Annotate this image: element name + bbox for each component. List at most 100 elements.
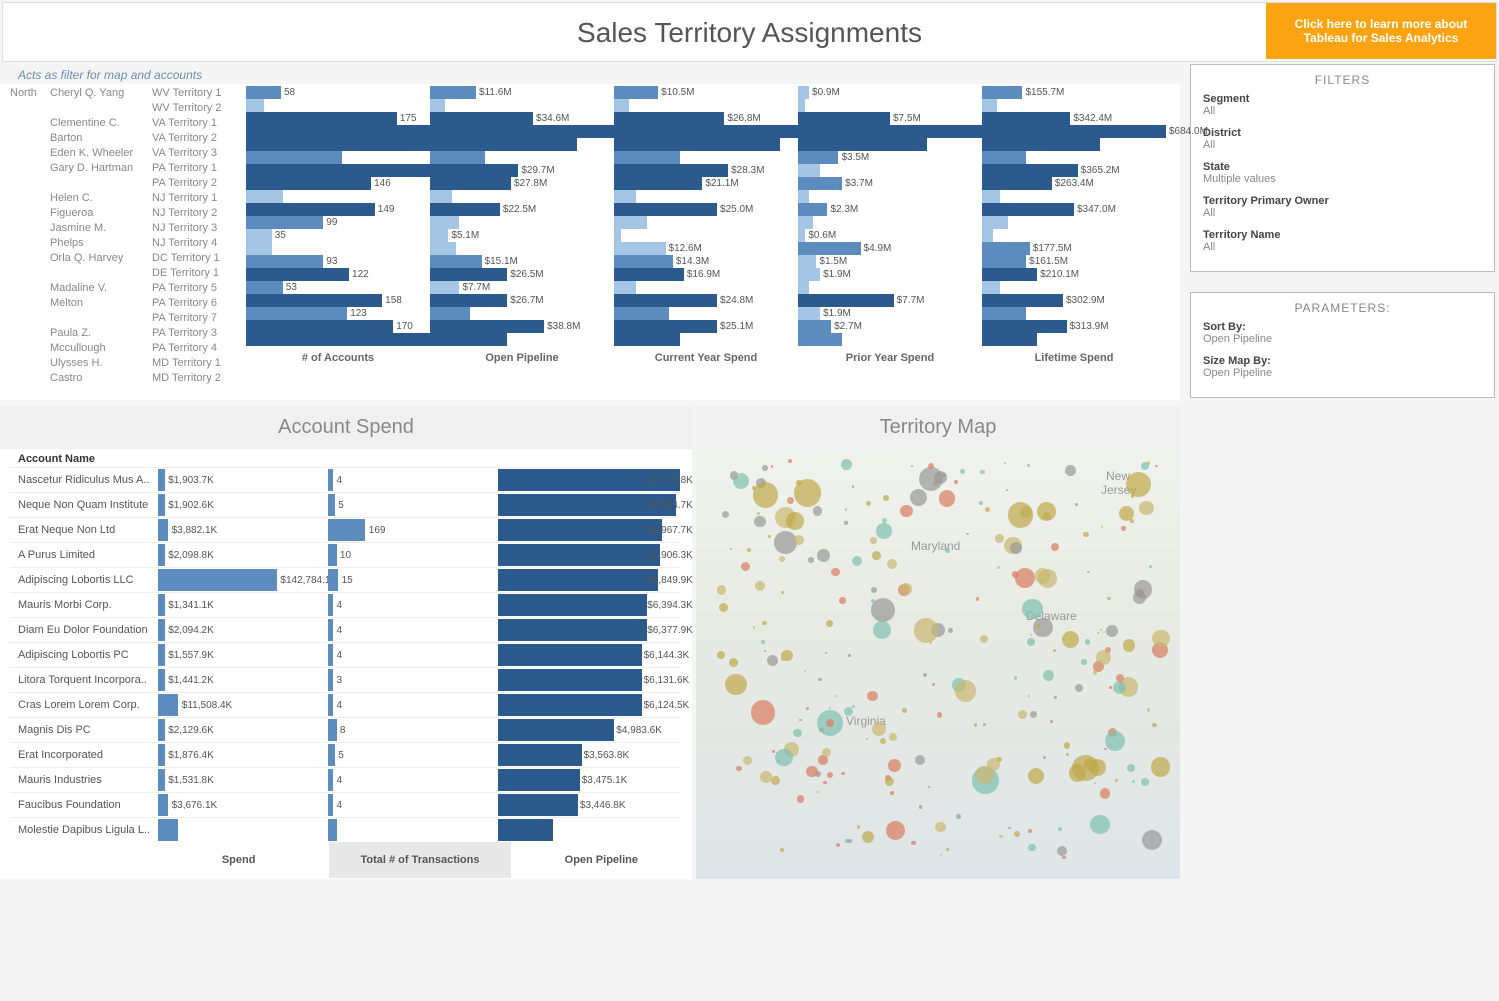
map-dot[interactable] bbox=[835, 695, 837, 697]
map-dot[interactable] bbox=[754, 516, 766, 528]
map-dot[interactable] bbox=[741, 562, 750, 571]
territory-cell[interactable]: PA Territory 1 bbox=[152, 161, 246, 176]
metric-bar[interactable]: $263.4M bbox=[982, 177, 1166, 190]
spend-bar[interactable]: $2,098.8K bbox=[158, 542, 328, 567]
pipe-bar[interactable]: $6,967.7K bbox=[498, 517, 680, 542]
account-name-cell[interactable]: Erat Neque Non Ltd bbox=[10, 517, 158, 542]
pipe-bar[interactable]: $6,906.3K bbox=[498, 542, 680, 567]
map-dot[interactable] bbox=[730, 548, 732, 550]
map-dot[interactable] bbox=[829, 707, 831, 709]
map-dot[interactable] bbox=[900, 505, 912, 517]
owner-cell[interactable]: Jasmine M. bbox=[50, 221, 152, 236]
metric-bar[interactable] bbox=[614, 281, 798, 294]
map-dot[interactable] bbox=[1151, 757, 1171, 777]
map-dot[interactable] bbox=[1121, 526, 1126, 531]
account-name-cell[interactable]: Cras Lorem Lorem Corp. bbox=[10, 692, 158, 717]
map-dot[interactable] bbox=[1062, 631, 1079, 648]
map-dot[interactable] bbox=[1083, 532, 1089, 538]
map-dot[interactable] bbox=[722, 511, 729, 518]
account-name-cell[interactable]: Nascetur Ridiculus Mus A.. bbox=[10, 467, 158, 492]
map-dot[interactable] bbox=[771, 465, 774, 468]
map-dot[interactable] bbox=[818, 678, 821, 681]
metric-bar[interactable]: $41.0M bbox=[614, 125, 798, 138]
metric-bar[interactable]: $16.9M bbox=[614, 268, 798, 281]
pipe-bar[interactable]: $3,563.8K bbox=[498, 742, 680, 767]
map-dot[interactable] bbox=[1097, 632, 1099, 634]
region-cell[interactable] bbox=[10, 371, 50, 386]
owner-cell[interactable]: Phelps bbox=[50, 236, 152, 251]
map-dot[interactable] bbox=[1116, 674, 1124, 682]
map-dot[interactable] bbox=[866, 738, 869, 741]
spend-bar[interactable]: $1,441.2K bbox=[158, 667, 328, 692]
map-dot[interactable] bbox=[743, 756, 752, 765]
region-cell[interactable] bbox=[10, 356, 50, 371]
trans-bar[interactable]: 3 bbox=[328, 667, 498, 692]
map-dot[interactable] bbox=[890, 791, 894, 795]
metric-bar[interactable]: $14.3M bbox=[614, 255, 798, 268]
territory-cell[interactable]: VA Territory 2 bbox=[152, 131, 246, 146]
region-cell[interactable] bbox=[10, 281, 50, 296]
metric-bar[interactable]: 198 bbox=[246, 333, 430, 346]
metric-bar[interactable] bbox=[798, 281, 982, 294]
map-dot[interactable] bbox=[845, 508, 848, 511]
region-cell[interactable] bbox=[10, 221, 50, 236]
spend-bar[interactable]: $3,882.1K bbox=[158, 517, 328, 542]
map-dot[interactable] bbox=[871, 598, 895, 622]
map-dot[interactable] bbox=[980, 635, 988, 643]
map-dot[interactable] bbox=[1075, 684, 1084, 693]
owner-cell[interactable] bbox=[50, 266, 152, 281]
pipe-bar[interactable]: $7,773.8K bbox=[498, 467, 680, 492]
account-name-cell[interactable]: Neque Non Quam Institute bbox=[10, 492, 158, 517]
metric-bar[interactable] bbox=[430, 333, 614, 346]
pipe-bar[interactable] bbox=[498, 817, 680, 842]
metric-bar[interactable]: $3.5M bbox=[798, 151, 982, 164]
metric-bar[interactable]: $25.0M bbox=[614, 203, 798, 216]
account-name-cell[interactable]: Litora Torquent Incorpora.. bbox=[10, 667, 158, 692]
map-dot[interactable] bbox=[799, 719, 802, 722]
map-dot[interactable] bbox=[788, 459, 792, 463]
map-dot[interactable] bbox=[946, 848, 949, 851]
metric-bar[interactable] bbox=[614, 307, 798, 320]
metric-bar[interactable] bbox=[982, 151, 1166, 164]
spend-bar[interactable]: $1,341.1K bbox=[158, 592, 328, 617]
map-dot[interactable] bbox=[872, 551, 881, 560]
metric-bar[interactable]: $684.0M bbox=[982, 125, 1166, 138]
map-dot[interactable] bbox=[1105, 731, 1126, 752]
owner-cell[interactable]: Figueroa bbox=[50, 206, 152, 221]
territory-grid[interactable]: North Cheryl Q. YangClementine C.BartonE… bbox=[0, 84, 1180, 400]
map-dot[interactable] bbox=[1152, 630, 1170, 648]
region-cell[interactable] bbox=[10, 116, 50, 131]
metric-bar[interactable] bbox=[430, 151, 614, 164]
metric-bar[interactable]: $342.4M bbox=[982, 112, 1166, 125]
map-dot[interactable] bbox=[808, 557, 813, 562]
map-dot[interactable] bbox=[771, 776, 780, 785]
map-dot[interactable] bbox=[940, 854, 942, 856]
metric-bar[interactable]: $0.9M bbox=[798, 86, 982, 99]
map-dot[interactable] bbox=[886, 821, 905, 840]
map-dot[interactable] bbox=[775, 749, 793, 767]
metric-bar[interactable]: 99 bbox=[246, 216, 430, 229]
map-dot[interactable] bbox=[729, 658, 738, 667]
metric-bar[interactable]: 175 bbox=[246, 112, 430, 125]
region-cell[interactable] bbox=[10, 311, 50, 326]
metric-bar[interactable] bbox=[614, 151, 798, 164]
filter-item[interactable]: Territory Primary OwnerAll bbox=[1203, 195, 1482, 219]
trans-bar[interactable]: 4 bbox=[328, 592, 498, 617]
map-dot[interactable] bbox=[862, 831, 874, 843]
trans-bar[interactable]: 4 bbox=[328, 467, 498, 492]
pipe-bar[interactable]: $3,446.8K bbox=[498, 792, 680, 817]
metric-bar[interactable]: 93 bbox=[246, 255, 430, 268]
map-dot[interactable] bbox=[887, 559, 897, 569]
map-dot[interactable] bbox=[1028, 768, 1044, 784]
map-dot[interactable] bbox=[806, 766, 817, 777]
map-dot[interactable] bbox=[1028, 829, 1031, 832]
map-dot[interactable] bbox=[983, 723, 986, 726]
trans-bar[interactable] bbox=[328, 817, 498, 842]
metric-bar[interactable]: $11.6M bbox=[430, 86, 614, 99]
metric-bar[interactable] bbox=[798, 190, 982, 203]
map-dot[interactable] bbox=[867, 691, 877, 701]
metric-bar[interactable]: $7.7M bbox=[430, 281, 614, 294]
map-dot[interactable] bbox=[870, 537, 877, 544]
map-dot[interactable] bbox=[1149, 565, 1152, 568]
map-dot[interactable] bbox=[793, 729, 802, 738]
